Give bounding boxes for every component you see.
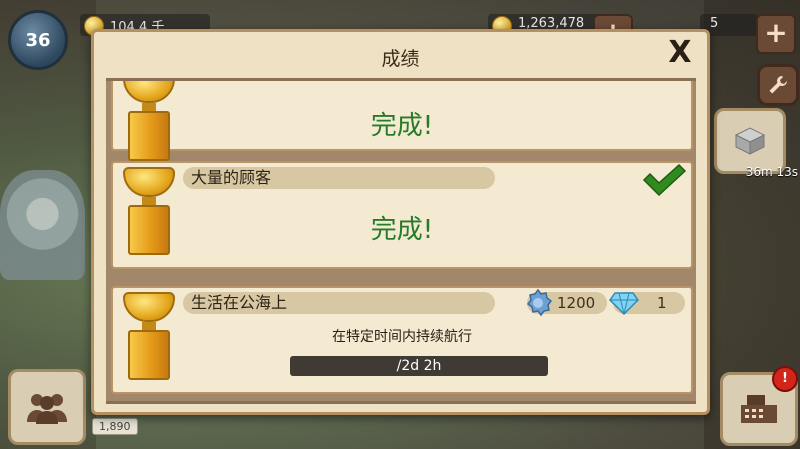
gem-reward: 1 <box>609 292 685 315</box>
close-icon: X <box>668 35 692 70</box>
coin-reward: 1200 <box>526 288 607 317</box>
wrench-icon <box>769 76 787 94</box>
craft-timer: 36m 13s <box>745 165 798 179</box>
achievement-name: 生活在公海上 <box>183 292 495 314</box>
trophy-icon <box>123 81 175 161</box>
achievement-card: 生活在公海上 1200 1 在特定时间内持续航行 /2d 2h <box>111 286 693 394</box>
box-icon <box>734 127 766 155</box>
add-gems-button[interactable]: + <box>756 14 796 54</box>
player-level-badge[interactable]: 36 <box>8 10 68 70</box>
fountain-decoration <box>0 170 85 280</box>
diamond-icon <box>609 292 639 315</box>
dialog-header: 成绩 X <box>94 32 707 78</box>
achievement-card: 完成! <box>111 81 693 161</box>
achievement-status: 完成! <box>370 111 434 141</box>
achievements-list[interactable]: 完成! 大量的顾客 完成! 生活在公海上 1200 1 在特定时间内持续航行 /… <box>106 78 696 404</box>
gear-icon <box>526 288 553 317</box>
achievement-description: 在特定时间内持续航行 <box>332 329 472 345</box>
coin-reward-value: 1200 <box>557 294 596 312</box>
gems-value: 5 <box>710 16 719 31</box>
achievement-card: 大量的顾客 完成! <box>111 161 693 269</box>
bottom-balance: 1,890 <box>92 418 138 435</box>
trophy-icon <box>123 167 175 255</box>
settings-button[interactable] <box>757 64 799 106</box>
achievement-progress-bar: /2d 2h <box>290 356 548 376</box>
register-notification-badge: ! <box>772 366 798 392</box>
close-button[interactable]: X <box>665 38 695 68</box>
friends-button[interactable] <box>8 369 86 445</box>
dialog-title: 成绩 <box>381 48 420 70</box>
progress-text: /2d 2h <box>396 358 442 374</box>
gem-reward-value: 1 <box>657 294 667 312</box>
achievements-dialog: 成绩 X 完成! 大量的顾客 完成! 生活在公海上 1200 1 在特定时间内持… <box>91 29 710 415</box>
player-level: 36 <box>25 29 51 51</box>
achievement-status: 完成! <box>370 215 434 245</box>
cash-register-icon <box>741 395 777 423</box>
achievement-name: 大量的顾客 <box>183 167 495 189</box>
people-icon <box>27 394 67 424</box>
checkmark-icon <box>642 163 687 197</box>
